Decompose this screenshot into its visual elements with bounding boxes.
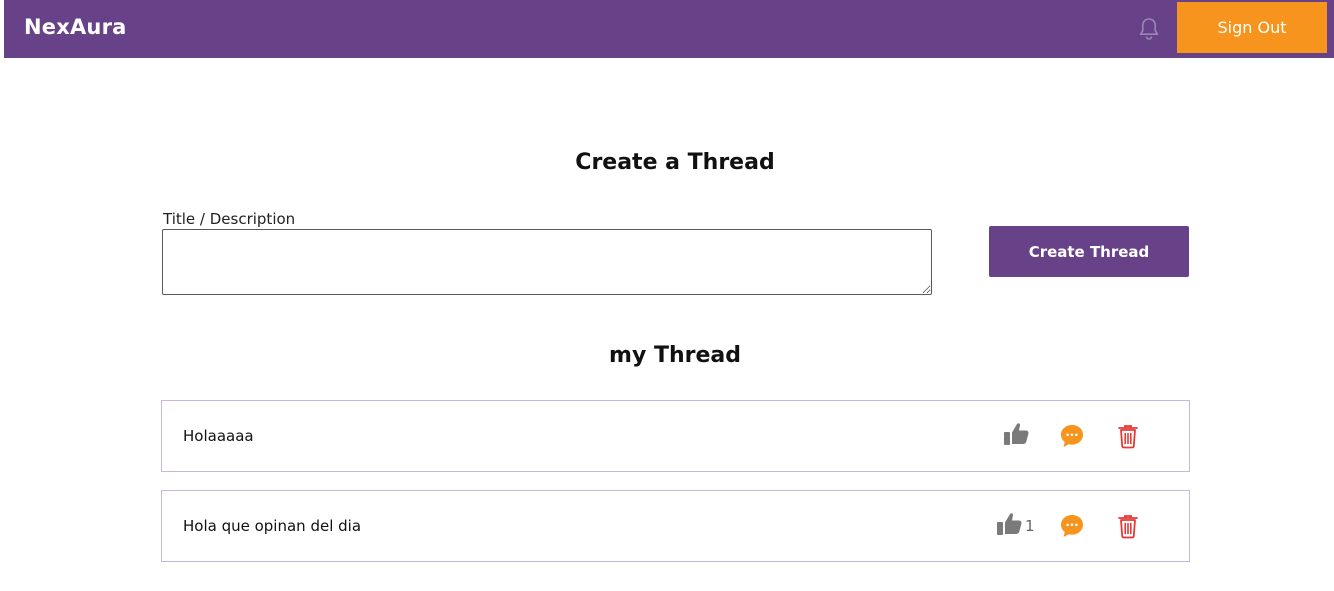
thread-row: Hola que opinan del dia 1 [161, 490, 1190, 562]
trash-icon[interactable] [1117, 423, 1139, 449]
like-count: 1 [1025, 517, 1035, 535]
title-description-input[interactable] [162, 229, 932, 295]
thumbs-up-icon [996, 511, 1024, 541]
sign-out-button[interactable]: Sign Out [1177, 2, 1327, 53]
comment-bubble-icon[interactable] [1059, 423, 1085, 449]
create-thread-heading: Create a Thread [575, 150, 775, 175]
create-thread-button[interactable]: Create Thread [989, 226, 1189, 277]
thread-row: Holaaaaa [161, 400, 1190, 472]
title-description-label: Title / Description [163, 210, 296, 228]
like-button[interactable] [1003, 421, 1032, 451]
trash-icon[interactable] [1117, 513, 1139, 539]
thread-text: Hola que opinan del dia [183, 517, 362, 535]
app-frame: NexAura Sign Out Create a Thread Title /… [4, 0, 1334, 591]
bell-icon[interactable] [1137, 16, 1161, 42]
like-button[interactable]: 1 [996, 511, 1035, 541]
my-thread-heading: my Thread [609, 343, 741, 368]
brand-logo[interactable]: NexAura [24, 15, 127, 39]
thumbs-up-icon [1003, 421, 1031, 451]
thread-text: Holaaaaa [183, 427, 254, 445]
comment-bubble-icon[interactable] [1059, 513, 1085, 539]
top-navbar: NexAura Sign Out [4, 0, 1334, 58]
